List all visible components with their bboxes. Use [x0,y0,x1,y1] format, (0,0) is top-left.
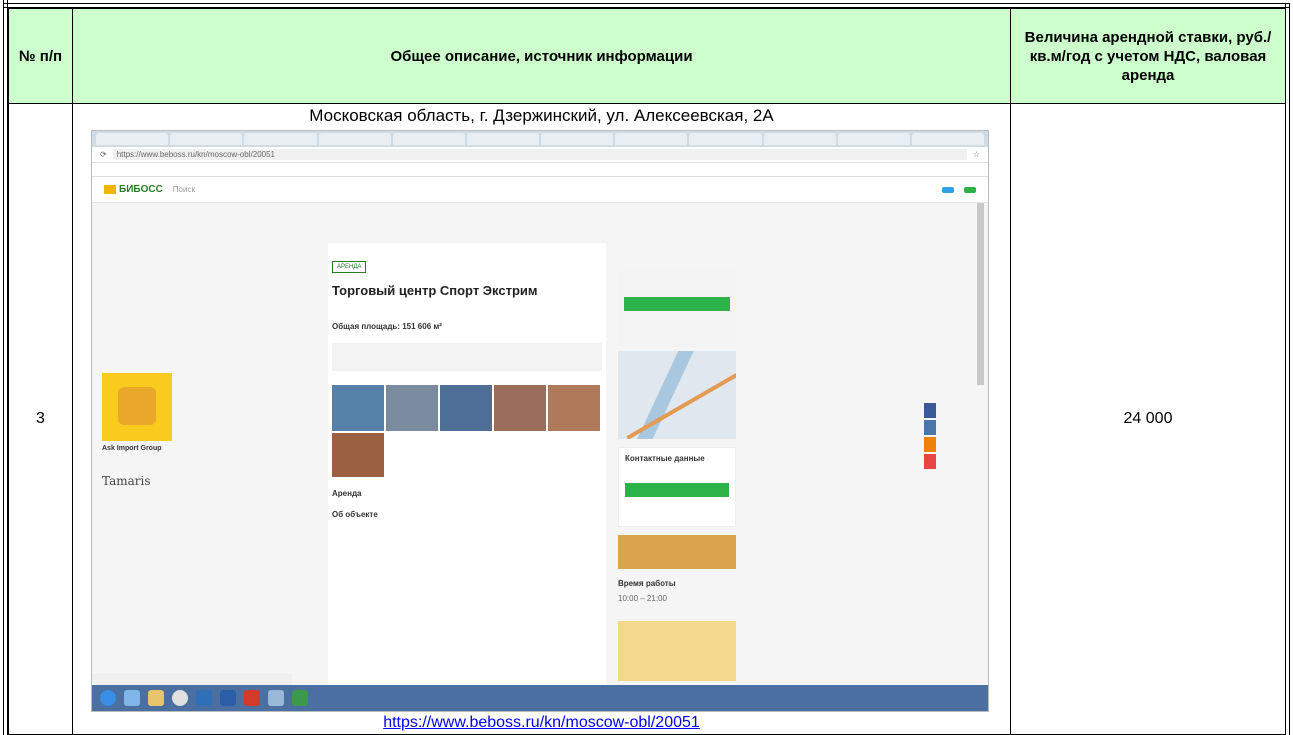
browser-address-bar: ⟳ https://www.beboss.ru/kn/moscow-obl/20… [92,147,988,163]
chrome-icon [172,690,188,706]
listing-title: Торговый центр Спорт Экстрим [332,283,538,298]
contacts-box: Контактные данные [618,447,736,527]
folder-icon [148,690,164,706]
listing-sidebar: Контактные данные Время работы 10:00 – 2… [618,271,736,681]
table-header-row: № п/п Общее описание, источник информаци… [8,8,1286,104]
header-number: № п/п [8,8,73,104]
photo [494,385,546,431]
browser-tab [763,133,836,145]
photo [386,385,438,431]
site-logo: БИБОСС [104,184,163,195]
site-logo-text: БИБОСС [119,184,163,195]
site-search: Поиск [172,185,195,194]
contacts-title: Контактные данные [625,454,705,463]
word-icon [220,690,236,706]
breadcrumb [328,243,606,251]
windows-taskbar [92,685,988,711]
ie-icon [124,690,140,706]
offer-box [618,271,736,347]
sidebar-item [102,246,217,263]
browser-tab [96,133,169,145]
object-address: Московская область, г. Дзержинский, ул. … [309,106,774,125]
send-message-button [624,297,730,311]
scrollbar [977,203,984,385]
browser-tab [170,133,243,145]
header-rate: Величина арендной ставки, руб./ кв.м/год… [1010,8,1286,104]
hours-value: 10:00 – 21:00 [618,594,667,603]
sidebar-item [102,348,217,365]
show-phone-button [625,483,729,497]
ad-brand: Tamaris [102,474,151,488]
rental-rate-value: 24 000 [1010,103,1286,735]
odnoklassniki-icon [924,437,936,452]
document-frame: № п/п Общее описание, источник информаци… [0,0,1293,735]
status-url [92,673,292,685]
browser-tab [615,133,688,145]
sidebar-item [102,331,217,348]
section-rent: Аренда [332,489,362,498]
browser-tab [244,133,317,145]
banner [618,535,736,569]
site-header: БИБОСС Поиск [92,177,988,203]
vk-icon [924,420,936,435]
promo-banner [618,621,736,681]
ad-title: Ask Import Group [102,445,162,452]
browser-tab [392,133,465,145]
rental-rate-table: № п/п Общее описание, источник информаци… [8,8,1286,735]
hours-title: Время работы [618,579,676,588]
start-icon [100,690,116,706]
photo [332,433,384,477]
browser-tab [541,133,614,145]
sidebar-item [102,229,217,246]
sidebar-item [102,263,217,280]
listing-area: Общая площадь: 151 606 м² [332,322,442,331]
listing-address-box [332,343,602,371]
listing-photos [332,385,602,431]
site-sidebar: Ask Import Group Tamaris [102,229,217,488]
site-blue-button [942,186,954,193]
table-row: 3 Московская область, г. Дзержинский, ул… [8,103,1286,735]
facebook-icon [924,403,936,418]
social-buttons [924,403,936,471]
section-about: Об объекте [332,510,378,519]
location-map [618,351,736,439]
browser-tab [837,133,910,145]
pocket-icon [924,454,936,469]
browser-tab [318,133,391,145]
pdf-icon [244,690,260,706]
ad-image [102,373,172,441]
listing-card: АРЕНДА Торговый центр Спорт Экстрим Обща… [328,243,606,711]
chart-app-icon [268,690,284,706]
browser-url: https://www.beboss.ru/kn/moscow-obl/2005… [112,149,967,160]
sidebar-item [102,314,217,331]
listing-screenshot: ⟳ https://www.beboss.ru/kn/moscow-obl/20… [91,130,989,712]
photo [548,385,600,431]
star-icon: ☆ [972,150,980,159]
logo-icon [104,184,116,194]
browser-tab [689,133,762,145]
source-link[interactable]: https://www.beboss.ru/kn/moscow-obl/2005… [73,714,1010,732]
browser-tab [466,133,540,145]
sidebar-item [102,297,217,314]
bookmarks-bar [92,163,988,177]
photo [332,385,384,431]
row-number: 3 [8,103,73,735]
browser-tabs [92,131,988,147]
sidebar-item [102,280,217,297]
header-description: Общее описание, источник информации [72,8,1011,104]
browser-tab [911,133,985,145]
reload-icon: ⟳ [100,150,107,159]
excel-icon [292,690,308,706]
photo [440,385,492,431]
app-icon [196,690,212,706]
row-description: Московская область, г. Дзержинский, ул. … [72,103,1011,735]
listing-badge: АРЕНДА [332,261,367,273]
site-green-button [964,186,976,193]
